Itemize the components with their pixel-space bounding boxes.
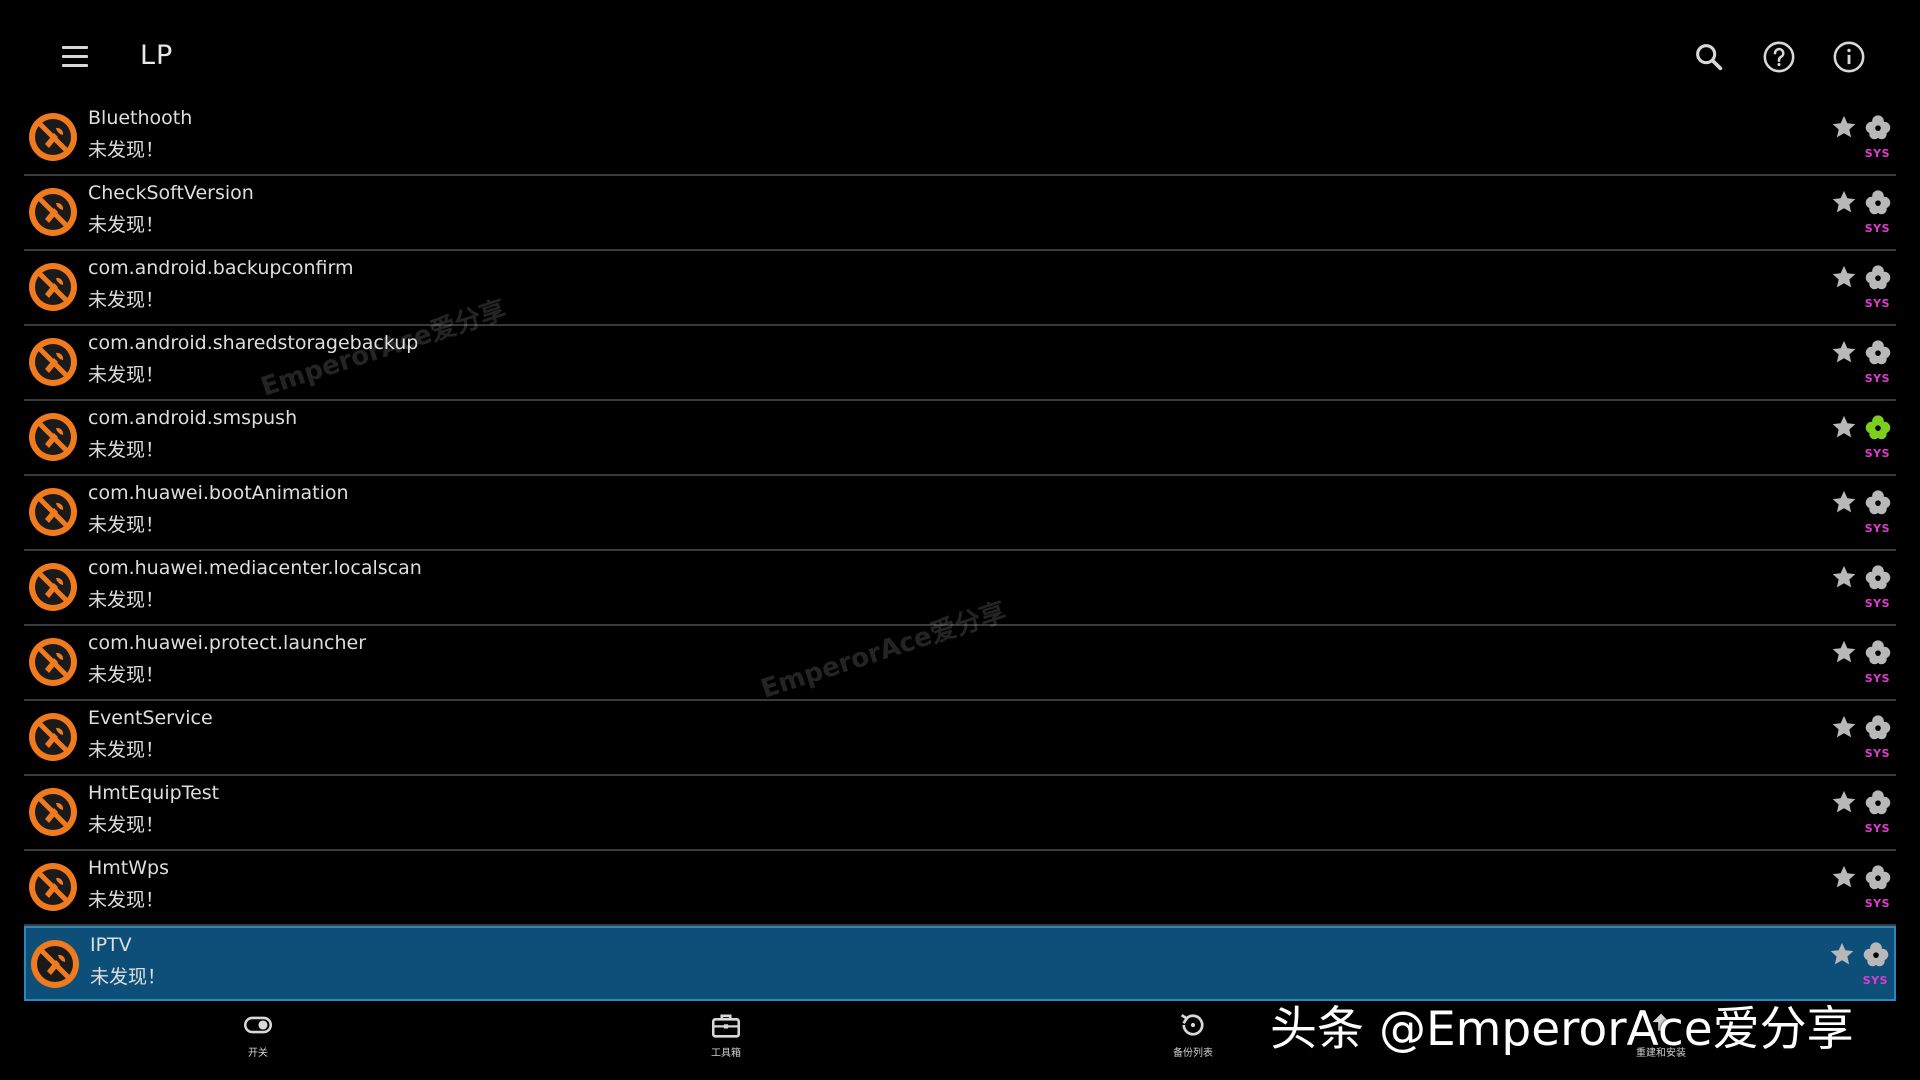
app-list-item[interactable]: com.huawei.bootAnimation 未发现！ SYS <box>24 476 1896 551</box>
clover-icon[interactable] <box>1864 488 1894 518</box>
clover-icon[interactable] <box>1864 188 1894 218</box>
app-disabled-icon <box>26 260 80 314</box>
nav-backup-list[interactable]: 备份列表 <box>1148 1008 1238 1059</box>
sys-badge: SYS <box>1864 897 1890 910</box>
clover-icon[interactable] <box>1864 563 1894 593</box>
nav-label: 备份列表 <box>1173 1048 1213 1059</box>
nav-toolbox[interactable]: 工具箱 <box>681 1008 771 1059</box>
sys-badge: SYS <box>1864 822 1890 835</box>
star-icon[interactable] <box>1830 113 1858 141</box>
sys-badge: SYS <box>1864 597 1890 610</box>
star-icon[interactable] <box>1830 713 1858 741</box>
app-status: 未发现！ <box>88 814 165 836</box>
clover-icon[interactable] <box>1864 338 1894 368</box>
app-name: CheckSoftVersion <box>88 182 254 204</box>
sys-badge: SYS <box>1864 747 1890 760</box>
app-name: com.huawei.protect.launcher <box>88 632 367 654</box>
star-icon[interactable] <box>1830 488 1858 516</box>
sys-badge: SYS <box>1864 222 1890 235</box>
app-disabled-icon <box>26 785 80 839</box>
app-disabled-icon <box>26 860 80 914</box>
app-name: IPTV <box>90 934 132 956</box>
app-disabled-icon <box>28 937 82 991</box>
app-list: Bluethooth 未发现！ SYS CheckSoftVersion 未发现！ SYS… <box>24 101 1896 1001</box>
star-icon[interactable] <box>1830 638 1858 666</box>
app-name: EventService <box>88 707 213 729</box>
star-icon[interactable] <box>1830 863 1858 891</box>
app-status: 未发现！ <box>88 439 165 461</box>
app-list-item[interactable]: CheckSoftVersion 未发现！ SYS <box>24 176 1896 251</box>
search-icon[interactable] <box>1692 40 1726 74</box>
app-disabled-icon <box>26 485 80 539</box>
nav-label: 开关 <box>248 1048 268 1059</box>
app-list-item[interactable]: HmtEquipTest 未发现！ SYS <box>24 776 1896 851</box>
app-name: Bluethooth <box>88 107 193 129</box>
star-icon[interactable] <box>1830 413 1858 441</box>
app-list-item[interactable]: com.android.backupconfirm 未发现！ SYS <box>24 251 1896 326</box>
star-icon[interactable] <box>1828 940 1856 968</box>
clover-icon[interactable] <box>1864 863 1894 893</box>
toolbox-icon <box>711 1014 741 1038</box>
star-icon[interactable] <box>1830 188 1858 216</box>
app-status: 未发现！ <box>88 289 165 311</box>
app-disabled-icon <box>26 185 80 239</box>
sys-badge: SYS <box>1864 672 1890 685</box>
app-status: 未发现！ <box>88 214 165 236</box>
top-app-bar: LP <box>0 0 1920 104</box>
app-status: 未发现！ <box>90 966 167 988</box>
app-disabled-icon <box>26 560 80 614</box>
sys-badge: SYS <box>1864 522 1890 535</box>
star-icon[interactable] <box>1830 338 1858 366</box>
app-list-item[interactable]: HmtWps 未发现！ SYS <box>24 851 1896 926</box>
restore-icon <box>1180 1013 1204 1036</box>
sys-badge: SYS <box>1862 974 1888 987</box>
app-status: 未发现！ <box>88 139 165 161</box>
app-disabled-icon <box>26 110 80 164</box>
clover-icon[interactable] <box>1864 788 1894 818</box>
star-icon[interactable] <box>1830 263 1858 291</box>
clover-icon[interactable] <box>1862 940 1892 970</box>
app-name: com.huawei.mediacenter.localscan <box>88 557 422 579</box>
app-disabled-icon <box>26 710 80 764</box>
sys-badge: SYS <box>1864 447 1890 460</box>
app-disabled-icon <box>26 335 80 389</box>
app-status: 未发现！ <box>88 364 165 386</box>
info-icon[interactable] <box>1832 40 1866 74</box>
sys-badge: SYS <box>1864 372 1890 385</box>
clover-icon[interactable] <box>1864 413 1894 443</box>
app-status: 未发现！ <box>88 889 165 911</box>
toggle-icon <box>243 1016 273 1034</box>
app-disabled-icon <box>26 635 80 689</box>
app-list-item[interactable]: com.android.smspush 未发现！ SYS <box>24 401 1896 476</box>
app-title: LP <box>140 40 174 71</box>
nav-label: 工具箱 <box>711 1048 741 1059</box>
hamburger-menu-icon[interactable] <box>56 38 94 74</box>
clover-icon[interactable] <box>1864 263 1894 293</box>
app-disabled-icon <box>26 410 80 464</box>
app-name: com.android.smspush <box>88 407 298 429</box>
app-status: 未发现！ <box>88 739 165 761</box>
app-name: com.huawei.bootAnimation <box>88 482 349 504</box>
clover-icon[interactable] <box>1864 638 1894 668</box>
help-icon[interactable] <box>1762 40 1796 74</box>
app-status: 未发现！ <box>88 664 165 686</box>
app-status: 未发现！ <box>88 514 165 536</box>
brand-watermark: 头条 @EmperorAce爱分享 <box>1270 1002 1854 1057</box>
star-icon[interactable] <box>1830 563 1858 591</box>
clover-icon[interactable] <box>1864 113 1894 143</box>
sys-badge: SYS <box>1864 147 1890 160</box>
star-icon[interactable] <box>1830 788 1858 816</box>
sys-badge: SYS <box>1864 297 1890 310</box>
app-name: HmtEquipTest <box>88 782 220 804</box>
nav-toggle[interactable]: 开关 <box>213 1008 303 1059</box>
app-name: HmtWps <box>88 857 169 879</box>
app-name: com.android.backupconfirm <box>88 257 354 279</box>
app-list-item[interactable]: Bluethooth 未发现！ SYS <box>24 101 1896 176</box>
app-list-item[interactable]: EventService 未发现！ SYS <box>24 701 1896 776</box>
clover-icon[interactable] <box>1864 713 1894 743</box>
app-status: 未发现！ <box>88 589 165 611</box>
